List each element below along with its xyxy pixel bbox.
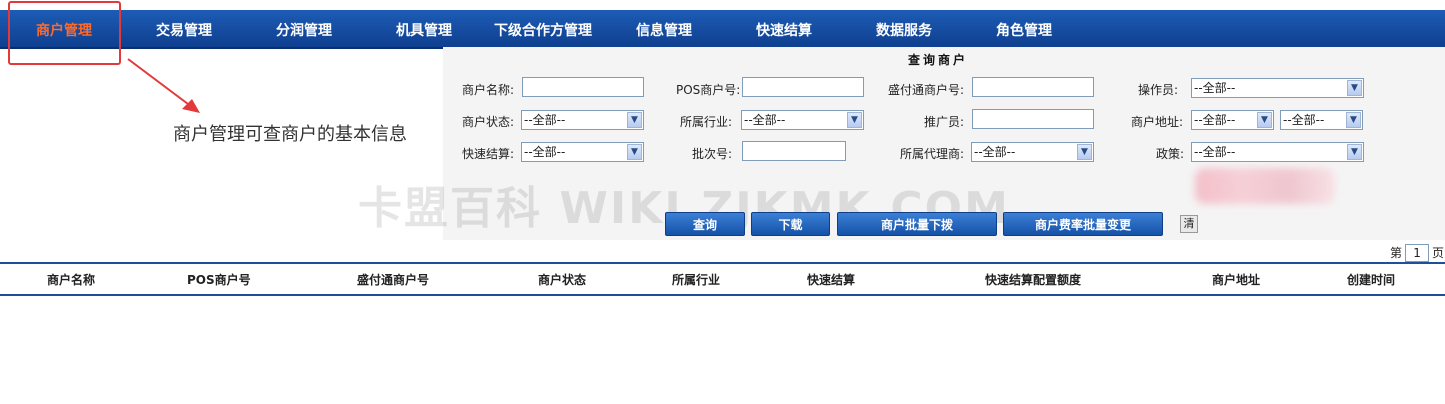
merchant-status-label: 商户状态:	[462, 115, 515, 129]
pager-prefix: 第	[1390, 246, 1403, 260]
chevron-down-icon: ▼	[627, 144, 642, 160]
batch-issue-button[interactable]: 商户批量下拨	[837, 212, 997, 236]
operator-label: 操作员:	[1138, 83, 1179, 97]
query-button[interactable]: 查询	[665, 212, 745, 236]
promoter-label: 推广员:	[924, 115, 965, 129]
nav-item-role-management[interactable]: 角色管理	[996, 10, 1052, 47]
nav-item-merchant-management[interactable]: 商户管理	[36, 10, 92, 47]
chevron-down-icon: ▼	[1077, 144, 1092, 160]
quick-settle-select-value: --全部--	[524, 145, 566, 159]
address-province-select[interactable]: --全部-- ▼	[1191, 110, 1274, 130]
industry-label: 所属行业:	[680, 115, 733, 129]
column-header-industry: 所属行业	[672, 273, 721, 287]
policy-select[interactable]: --全部-- ▼	[1191, 142, 1364, 162]
merchant-status-select[interactable]: --全部-- ▼	[521, 110, 644, 130]
batch-no-input[interactable]	[742, 141, 846, 161]
pager: 第1页	[1390, 244, 1444, 262]
merchant-status-select-value: --全部--	[524, 113, 566, 127]
pos-merchant-no-input[interactable]	[742, 77, 864, 97]
address-province-select-value: --全部--	[1194, 113, 1236, 127]
chevron-down-icon: ▼	[847, 112, 862, 128]
blurred-region	[1195, 168, 1335, 204]
operator-select[interactable]: --全部-- ▼	[1191, 78, 1364, 98]
merchant-name-input[interactable]	[522, 77, 644, 97]
column-header-created-time: 创建时间	[1347, 273, 1396, 287]
nav-item-device-management[interactable]: 机具管理	[396, 10, 452, 47]
sft-merchant-no-label: 盛付通商户号:	[888, 83, 965, 97]
merchant-name-label: 商户名称:	[462, 83, 515, 97]
arrow-icon	[127, 58, 200, 113]
industry-select-value: --全部--	[744, 113, 786, 127]
promoter-input[interactable]	[972, 109, 1094, 129]
operator-select-value: --全部--	[1194, 81, 1236, 95]
policy-label: 政策:	[1156, 147, 1185, 161]
batch-rate-change-button[interactable]: 商户费率批量变更	[1003, 212, 1163, 236]
annotation-text: 商户管理可查商户的基本信息	[173, 124, 407, 145]
top-nav: 商户管理 交易管理 分润管理 机具管理 下级合作方管理 信息管理 快速结算 数据…	[0, 10, 1445, 49]
address-city-select[interactable]: --全部-- ▼	[1280, 110, 1363, 130]
column-header-quick-settle: 快速结算	[807, 273, 856, 287]
pos-merchant-no-label: POS商户号:	[676, 83, 741, 97]
column-header-sft-merchant-no: 盛付通商户号	[357, 273, 430, 287]
column-header-merchant-address: 商户地址	[1212, 273, 1261, 287]
industry-select[interactable]: --全部-- ▼	[741, 110, 864, 130]
agent-select-value: --全部--	[974, 145, 1016, 159]
agent-select[interactable]: --全部-- ▼	[971, 142, 1094, 162]
page-number-input[interactable]: 1	[1405, 244, 1430, 262]
nav-item-sub-partner-management[interactable]: 下级合作方管理	[494, 10, 592, 47]
quick-settle-label: 快速结算:	[462, 147, 515, 161]
nav-item-transaction-management[interactable]: 交易管理	[156, 10, 212, 47]
column-header-merchant-status: 商户状态	[538, 273, 587, 287]
chevron-down-icon: ▼	[1347, 144, 1362, 160]
batch-no-label: 批次号:	[692, 147, 733, 161]
column-header-pos-merchant-no: POS商户号	[187, 273, 251, 287]
clear-button[interactable]: 清	[1180, 215, 1198, 233]
pager-suffix: 页	[1432, 246, 1445, 260]
nav-item-quick-settlement[interactable]: 快速结算	[756, 10, 812, 47]
address-city-select-value: --全部--	[1283, 113, 1325, 127]
column-header-quick-settle-quota: 快速结算配置额度	[985, 273, 1082, 287]
chevron-down-icon: ▼	[1346, 112, 1361, 128]
sft-merchant-no-input[interactable]	[972, 77, 1094, 97]
address-label: 商户地址:	[1131, 115, 1184, 129]
chevron-down-icon: ▼	[1257, 112, 1272, 128]
column-header-merchant-name: 商户名称	[47, 273, 96, 287]
policy-select-value: --全部--	[1194, 145, 1236, 159]
download-button[interactable]: 下载	[751, 212, 830, 236]
agent-label: 所属代理商:	[900, 147, 965, 161]
nav-item-data-services[interactable]: 数据服务	[876, 10, 932, 47]
table-header: 商户名称 POS商户号 盛付通商户号 商户状态 所属行业 快速结算 快速结算配置…	[0, 262, 1445, 296]
chevron-down-icon: ▼	[1347, 80, 1362, 96]
quick-settle-select[interactable]: --全部-- ▼	[521, 142, 644, 162]
form-title: 查询商户	[908, 53, 969, 67]
nav-item-profit-sharing-management[interactable]: 分润管理	[276, 10, 332, 47]
chevron-down-icon: ▼	[627, 112, 642, 128]
nav-item-info-management[interactable]: 信息管理	[636, 10, 692, 47]
